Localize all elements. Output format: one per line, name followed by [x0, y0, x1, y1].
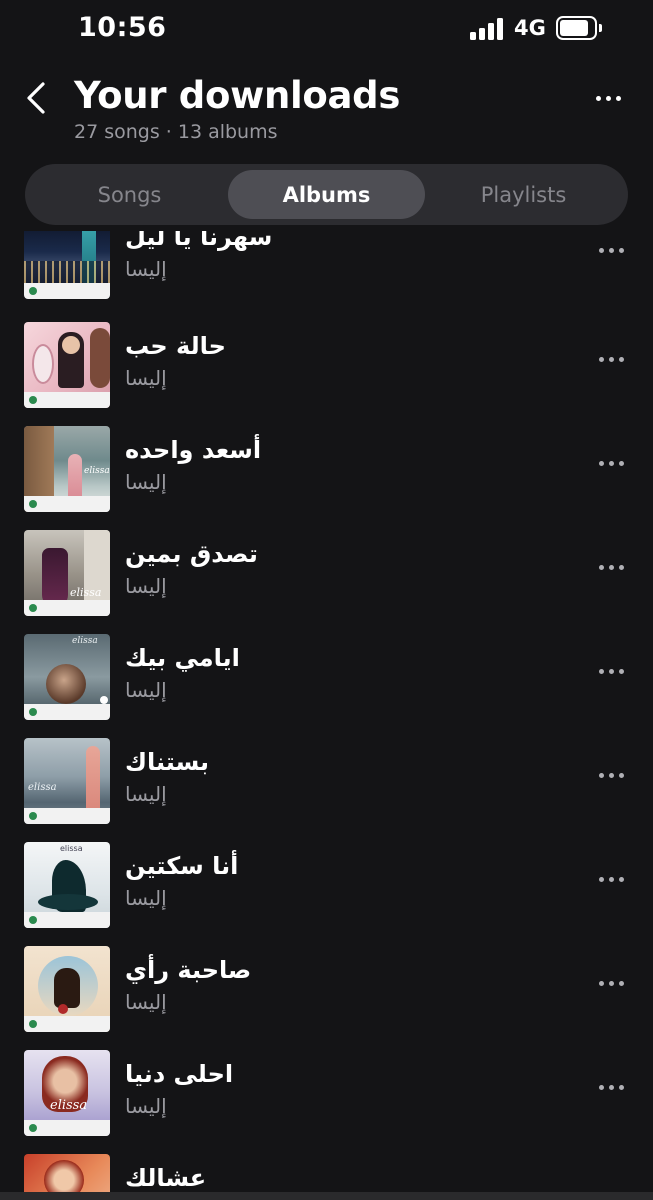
more-horizontal-icon: [598, 356, 624, 362]
status-time: 10:56: [78, 12, 167, 43]
page-subtitle: 27 songs · 13 albums: [74, 121, 278, 143]
album-cover: elissa: [24, 530, 110, 616]
album-row[interactable]: سهرنا يا ليل إليسا: [0, 231, 653, 317]
album-title: أنا سكتين: [125, 852, 239, 880]
battery-icon: [556, 16, 602, 40]
tab-songs[interactable]: Songs: [31, 170, 228, 219]
album-row[interactable]: elissa أنا سكتين إليسا: [0, 842, 653, 946]
album-more-button[interactable]: [586, 1072, 636, 1102]
more-horizontal-icon: [598, 460, 624, 466]
album-artist: إليسا: [125, 366, 167, 390]
album-row[interactable]: صاحبة رأي إليسا: [0, 946, 653, 1050]
album-cover: elissa: [24, 738, 110, 824]
album-title: بستناك: [125, 748, 210, 776]
album-cover: elissa: [24, 842, 110, 928]
album-artist: إليسا: [125, 990, 167, 1014]
album-more-button[interactable]: [586, 968, 636, 998]
album-row[interactable]: elissa أسعد واحده إليسا: [0, 426, 653, 530]
album-cover: [24, 946, 110, 1032]
album-row[interactable]: elissa ايامي بيك إليسا: [0, 634, 653, 738]
album-cover: [24, 231, 110, 299]
album-title: صاحبة رأي: [125, 956, 252, 984]
album-artist: إليسا: [125, 257, 167, 281]
page-title: Your downloads: [74, 74, 401, 117]
status-bar: 10:56 4G: [0, 0, 653, 62]
back-button[interactable]: [14, 74, 58, 122]
album-more-button[interactable]: [586, 448, 636, 478]
album-more-button[interactable]: [586, 656, 636, 686]
album-cover: elissa: [24, 1050, 110, 1136]
more-horizontal-icon: [598, 247, 624, 253]
album-more-button[interactable]: [586, 760, 636, 790]
album-title: أسعد واحده: [125, 436, 262, 464]
album-artist: إليسا: [125, 470, 167, 494]
album-more-button[interactable]: [586, 344, 636, 374]
album-cover: elissa: [24, 634, 110, 720]
album-title: سهرنا يا ليل: [125, 231, 273, 251]
album-row[interactable]: elissa احلى دنيا إليسا: [0, 1050, 653, 1154]
more-horizontal-icon: [595, 95, 621, 101]
album-title: تصدق بمين: [125, 540, 258, 568]
album-row[interactable]: حالة حب إليسا: [0, 322, 653, 426]
more-horizontal-icon: [598, 980, 624, 986]
album-title: ايامي بيك: [125, 644, 240, 672]
album-title: حالة حب: [125, 332, 226, 360]
album-row[interactable]: elissa تصدق بمين إليسا: [0, 530, 653, 634]
more-horizontal-icon: [598, 772, 624, 778]
album-artist: إليسا: [125, 782, 167, 806]
album-cover: elissa: [24, 426, 110, 512]
album-artist: إليسا: [125, 574, 167, 598]
cellular-signal-icon: [470, 18, 506, 40]
album-list: سهرنا يا ليل إليسا حالة حب إليسا elissa …: [0, 231, 653, 1200]
album-row[interactable]: elissa بستناك إليسا: [0, 738, 653, 842]
album-artist: إليسا: [125, 678, 167, 702]
album-artist: إليسا: [125, 1094, 167, 1118]
chevron-left-icon: [27, 82, 45, 114]
bottom-bar: [0, 1192, 653, 1200]
album-title: احلى دنيا: [125, 1060, 234, 1088]
tab-playlists[interactable]: Playlists: [425, 170, 622, 219]
album-more-button[interactable]: [586, 552, 636, 582]
network-type-label: 4G: [514, 16, 546, 40]
more-horizontal-icon: [598, 1084, 624, 1090]
more-horizontal-icon: [598, 876, 624, 882]
tab-albums[interactable]: Albums: [228, 170, 425, 219]
album-more-button[interactable]: [586, 864, 636, 894]
more-options-button[interactable]: [584, 84, 632, 112]
tab-bar: Songs Albums Playlists: [25, 164, 628, 225]
album-cover: [24, 322, 110, 408]
more-horizontal-icon: [598, 564, 624, 570]
album-artist: إليسا: [125, 886, 167, 910]
album-title: عشالك: [125, 1164, 207, 1192]
album-more-button[interactable]: [586, 235, 636, 265]
more-horizontal-icon: [598, 668, 624, 674]
